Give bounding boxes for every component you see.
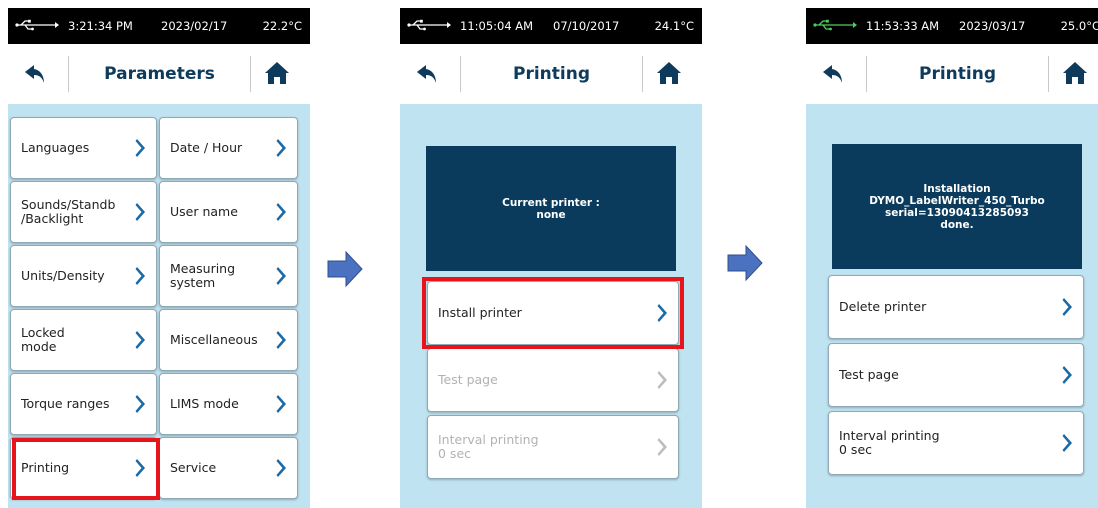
parameters-screen: 3:21:34 PM 2023/02/17 22.2°C Parameters … [8,8,310,508]
status-time: 11:53:33 AM [866,19,940,33]
chevron-right-icon [276,458,288,478]
usb-icon [407,19,451,31]
home-icon[interactable] [264,60,290,86]
menu-item-label: Torque ranges [21,396,110,411]
page-title: Parameters [104,64,215,84]
printing-installed-screen: 11:53:33 AM 2023/03/17 25.0°C Printing I… [806,8,1098,508]
menu-item-lims-mode[interactable]: LIMS mode [159,373,298,435]
test-page-button[interactable]: Test page [828,343,1084,407]
menu-item-label: Date / Hour [170,140,243,155]
header: Printing [806,44,1098,104]
interval-printing-button[interactable]: Interval printing 0 sec [828,411,1084,475]
menu-item-measuring-system[interactable]: Measuring system [159,245,298,307]
chevron-right-icon [657,370,669,390]
divider [250,56,251,92]
menu-item-label: Languages [21,140,90,155]
status-temperature: 25.0°C [1060,19,1098,33]
status-temperature: 22.2°C [262,19,302,33]
status-time: 3:21:34 PM [68,19,133,33]
status-time: 11:05:04 AM [460,19,534,33]
menu-item-label: User name [170,204,238,219]
chevron-right-icon [135,202,147,222]
printer-status-panel: Current printer : none [426,146,676,271]
header: Printing [400,44,702,104]
usb-connected-icon [813,19,857,31]
page-title: Printing [919,64,996,84]
printer-status-panel: Installation DYMO_LabelWriter_450_Turbo … [832,144,1082,269]
highlight-box [12,438,160,500]
button-label: Test page [438,372,498,387]
menu-item-label: Locked mode [21,325,65,354]
menu-item-date-hour[interactable]: Date / Hour [159,117,298,179]
chevron-right-icon [276,330,288,350]
menu-item-miscellaneous[interactable]: Miscellaneous [159,309,298,371]
home-icon[interactable] [1062,60,1088,86]
divider [642,56,643,92]
chevron-right-icon [135,330,147,350]
chevron-right-icon [135,394,147,414]
back-icon[interactable] [820,61,846,87]
menu-item-label: LIMS mode [170,396,239,411]
button-label: Test page [839,367,899,382]
menu-item-user-name[interactable]: User name [159,181,298,243]
button-label: Delete printer [839,299,927,314]
status-date: 07/10/2017 [553,19,620,33]
chevron-right-icon [276,202,288,222]
chevron-right-icon [1062,297,1074,317]
menu-item-label: Service [170,460,217,475]
page-title: Printing [513,64,590,84]
status-bar: 11:53:33 AM 2023/03/17 25.0°C [806,8,1098,44]
status-bar: 3:21:34 PM 2023/02/17 22.2°C [8,8,310,44]
printing-screen: 11:05:04 AM 07/10/2017 24.1°C Printing C… [400,8,702,508]
button-label: Interval printing 0 sec [438,432,539,461]
interval-printing-button: Interval printing 0 sec [427,415,679,479]
status-temperature: 24.1°C [654,19,694,33]
chevron-right-icon [276,138,288,158]
menu-item-units-density[interactable]: Units/Density [10,245,157,307]
chevron-right-icon [657,437,669,457]
menu-item-languages[interactable]: Languages [10,117,157,179]
chevron-right-icon [1062,365,1074,385]
menu-item-label: Miscellaneous [170,332,258,347]
usb-icon [15,19,59,31]
menu-item-sounds[interactable]: Sounds/Standb /Backlight [10,181,157,243]
button-label: Interval printing 0 sec [839,428,940,457]
back-icon[interactable] [22,61,48,87]
home-icon[interactable] [656,60,682,86]
chevron-right-icon [276,394,288,414]
arrow-right-icon [327,250,363,288]
header: Parameters [8,44,310,104]
arrow-right-icon [727,244,763,282]
chevron-right-icon [1062,433,1074,453]
chevron-right-icon [135,138,147,158]
menu-item-service[interactable]: Service [159,437,298,499]
menu-item-label: Measuring system [170,261,236,290]
menu-item-label: Units/Density [21,268,105,283]
menu-item-torque-ranges[interactable]: Torque ranges [10,373,157,435]
menu-item-locked-mode[interactable]: Locked mode [10,309,157,371]
back-icon[interactable] [414,61,440,87]
test-page-button: Test page [427,348,679,412]
status-bar: 11:05:04 AM 07/10/2017 24.1°C [400,8,702,44]
chevron-right-icon [135,266,147,286]
divider [1048,56,1049,92]
highlight-box [422,277,684,349]
status-date: 2023/02/17 [161,19,228,33]
status-date: 2023/03/17 [959,19,1026,33]
delete-printer-button[interactable]: Delete printer [828,275,1084,339]
chevron-right-icon [276,266,288,286]
menu-item-label: Sounds/Standb /Backlight [21,197,116,226]
